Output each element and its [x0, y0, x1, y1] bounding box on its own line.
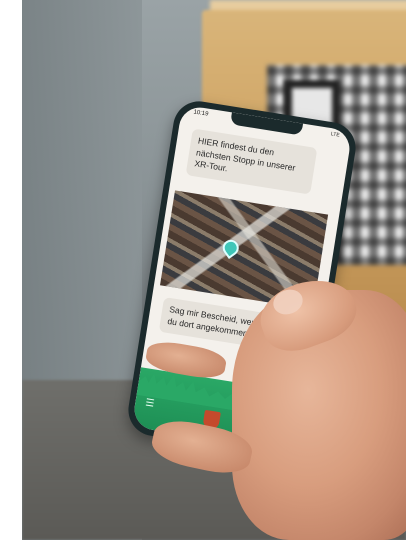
photo-scene: 10:19 LTE HIER findest du den nächsten S… — [22, 0, 406, 540]
status-time: 10:19 — [193, 109, 209, 118]
chat-bubble-instruction: HIER findest du den nächsten Stopp in un… — [185, 128, 318, 195]
location-pin-icon — [219, 236, 242, 260]
phone-notch — [230, 112, 304, 136]
status-network: LTE — [330, 131, 341, 139]
menu-icon[interactable]: ☰ — [145, 397, 156, 409]
